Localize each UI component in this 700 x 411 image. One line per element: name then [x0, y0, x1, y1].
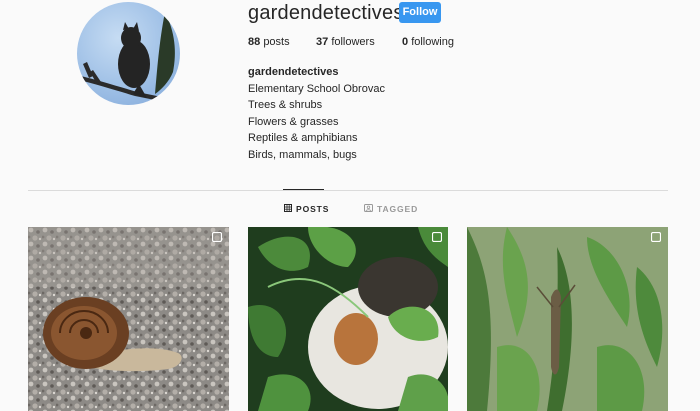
tabs-divider — [28, 190, 668, 191]
followers-count-label: followers — [331, 36, 375, 48]
multiple-images-icon — [432, 232, 442, 242]
bio-line: Flowers & grasses — [248, 115, 339, 128]
following-count-label: following — [411, 36, 454, 48]
follow-button[interactable]: Follow — [399, 2, 441, 23]
posts-count-label: posts — [263, 36, 290, 48]
multiple-images-icon — [212, 232, 222, 242]
post-thumbnail[interactable] — [248, 227, 449, 411]
bio-line: Reptiles & amphibians — [248, 132, 358, 145]
following-count: 0 — [402, 36, 409, 48]
tab-posts[interactable]: POSTS — [284, 204, 329, 214]
bio-name: gardendetectives — [248, 66, 339, 78]
bio-line: Trees & shrubs — [248, 99, 323, 112]
tab-tagged[interactable]: TAGGED — [364, 204, 418, 214]
followers-count-stat[interactable]: 37 followers — [316, 36, 375, 48]
profile-avatar[interactable] — [77, 2, 180, 105]
post-thumbnail[interactable] — [28, 227, 229, 411]
tab-tagged-label: TAGGED — [377, 204, 419, 214]
bio-line: Birds, mammals, bugs — [248, 148, 357, 161]
tag-icon — [364, 204, 373, 214]
bio-line: Elementary School Obrovac — [248, 82, 385, 95]
following-count-stat[interactable]: 0 following — [402, 36, 454, 48]
profile-username: gardendetectives — [248, 2, 404, 24]
followers-count: 37 — [316, 36, 329, 48]
post-thumbnail[interactable] — [467, 227, 668, 411]
grid-icon — [284, 204, 292, 214]
tab-posts-label: POSTS — [296, 204, 330, 214]
posts-count-stat: 88 posts — [248, 36, 290, 48]
posts-count: 88 — [248, 36, 261, 48]
active-tab-indicator — [283, 189, 324, 190]
multiple-images-icon — [651, 232, 661, 242]
profile-bio: gardendetectives Elementary School Obrov… — [248, 64, 385, 164]
